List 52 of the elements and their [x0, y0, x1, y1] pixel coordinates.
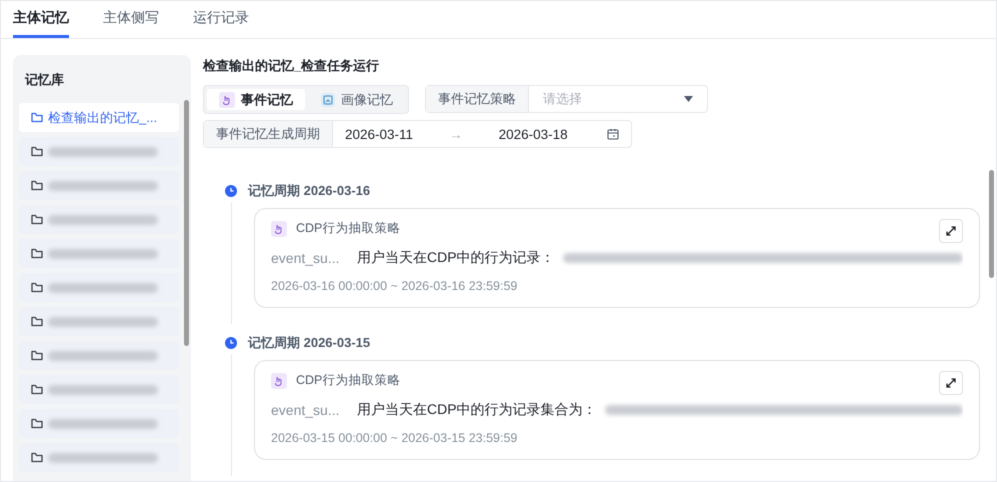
sidebar-item[interactable]: [19, 307, 179, 336]
sidebar-item[interactable]: [19, 137, 179, 166]
period-heading: 记忆周期 2026-03-16: [248, 182, 370, 200]
hand-icon: [271, 372, 287, 388]
tab[interactable]: 主体记忆: [13, 1, 69, 38]
item-label: 检查输出的记忆_...: [48, 108, 158, 126]
sidebar-item[interactable]: [19, 239, 179, 268]
sidebar-item[interactable]: [19, 341, 179, 370]
hand-icon: [219, 92, 235, 108]
folder-icon: [31, 452, 43, 463]
folder-icon: [31, 384, 43, 395]
sidebar-item[interactable]: 检查输出的记忆_...: [19, 103, 179, 132]
section-title: 检查输出的记忆_检查任务运行: [203, 57, 380, 75]
folder-icon: [31, 146, 43, 157]
image-icon: [321, 92, 335, 106]
field-value: 用户当天在CDP中的行为记录：: [357, 249, 555, 267]
sidebar-title: 记忆库: [24, 71, 65, 89]
clock-icon: [225, 185, 237, 197]
expand-icon: [946, 226, 956, 236]
period-heading: 记忆周期 2026-03-15: [248, 334, 370, 352]
time-range: 2026-03-15 00:00:00 ~ 2026-03-15 23:59:59: [271, 431, 518, 445]
folder-icon: [31, 214, 43, 225]
sidebar-item[interactable]: [19, 171, 179, 200]
sidebar-item[interactable]: [19, 205, 179, 234]
strategy-name: CDP行为抽取策略: [296, 220, 400, 237]
segment-button[interactable]: 事件记忆: [207, 89, 305, 110]
field-key: event_su...: [271, 250, 357, 266]
expand-button[interactable]: [939, 371, 963, 395]
expand-icon: [946, 378, 956, 388]
folder-icon: [31, 180, 43, 191]
folder-icon: [31, 282, 43, 293]
sidebar-item[interactable]: [19, 409, 179, 438]
scrollbar-thumb[interactable]: [184, 100, 189, 346]
sidebar-item[interactable]: [19, 443, 179, 472]
tab[interactable]: 运行记录: [193, 1, 249, 38]
folder-icon: [31, 418, 43, 429]
clock-icon: [225, 337, 237, 349]
tab[interactable]: 主体侧写: [103, 1, 159, 38]
field-key: event_su...: [271, 402, 357, 418]
folder-icon: [31, 350, 43, 361]
folder-icon: [31, 316, 43, 327]
scrollbar-thumb[interactable]: [989, 170, 994, 278]
time-range: 2026-03-16 00:00:00 ~ 2026-03-16 23:59:59: [271, 279, 518, 293]
expand-button[interactable]: [939, 219, 963, 243]
folder-icon: [31, 112, 43, 123]
sidebar-item[interactable]: [19, 375, 179, 404]
strategy-name: CDP行为抽取策略: [296, 372, 400, 389]
hand-icon: [271, 220, 287, 236]
sidebar-item[interactable]: [19, 273, 179, 302]
folder-icon: [31, 248, 43, 259]
segment-button[interactable]: 画像记忆: [309, 89, 405, 110]
field-value: 用户当天在CDP中的行为记录集合为：: [357, 401, 597, 419]
